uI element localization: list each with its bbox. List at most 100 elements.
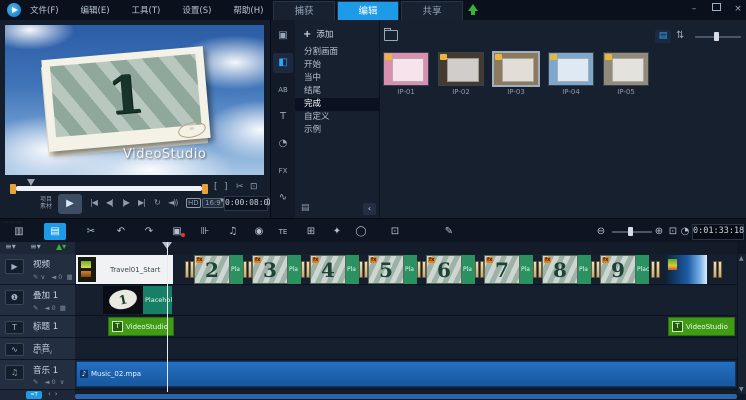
motion-tracking-icon[interactable]: ⊡: [384, 223, 406, 240]
play-button[interactable]: ▶: [58, 194, 82, 214]
music-track-subicons[interactable]: ✎ ◄0 ∨: [33, 378, 66, 386]
video-clip-segment-2[interactable]: fx 2 Pla: [185, 255, 243, 284]
mark-in-button[interactable]: [: [214, 182, 218, 192]
close-button[interactable]: ×: [728, 0, 746, 18]
ending-clip[interactable]: [665, 255, 707, 284]
template-thumbnail-ip04[interactable]: [548, 52, 594, 86]
track-header-voice[interactable]: ∿ 声音 ◄0 ∨: [0, 338, 75, 360]
title-track-subicons[interactable]: ✎: [33, 326, 40, 334]
category-general[interactable]: 示例: [295, 124, 379, 137]
track-list-icon[interactable]: ≡▾: [5, 242, 16, 251]
track-list-icon-2[interactable]: ≡▾: [30, 242, 41, 251]
mode-clip-label[interactable]: 素材: [30, 203, 52, 210]
track-header-title[interactable]: T 标题 1 ✎: [0, 316, 75, 338]
scrubber-track[interactable]: [16, 186, 202, 191]
numbered-clip-9[interactable]: fx 9: [600, 255, 636, 284]
hd-toggle[interactable]: HD: [186, 198, 201, 208]
ratio-dropdown-caret-icon[interactable]: ▼: [220, 198, 223, 204]
placeholder-clip[interactable]: Pla: [288, 255, 301, 284]
mark-out-button[interactable]: ]: [224, 182, 228, 192]
numbered-clip-5[interactable]: fx 5: [368, 255, 404, 284]
track-transparency-icon[interactable]: ◯: [350, 223, 372, 240]
category-beginning[interactable]: 开始: [295, 59, 379, 72]
volume-icon[interactable]: ◄)): [168, 198, 177, 207]
transition-indicator[interactable]: [533, 255, 542, 284]
record-capture-icon[interactable]: ▣: [166, 223, 188, 240]
transition-indicator[interactable]: [243, 255, 252, 284]
numbered-clip-8[interactable]: fx 8: [542, 255, 578, 284]
add-folder-icon[interactable]: [384, 30, 398, 41]
placeholder-clip[interactable]: Pla: [578, 255, 591, 284]
project-duration-timecode[interactable]: 0:01:33:18: [692, 224, 744, 240]
timeline-view-icon[interactable]: ▤: [44, 223, 66, 240]
tab-edit[interactable]: 编辑: [337, 1, 399, 21]
transition-indicator[interactable]: [185, 255, 194, 284]
track-header-overlay[interactable]: ❶ 叠加 1 ✎ ◄0 ▦: [0, 285, 75, 316]
mode-project-label[interactable]: 项目: [30, 196, 52, 203]
category-middle[interactable]: 当中: [295, 72, 379, 85]
numbered-clip-3[interactable]: fx 3: [252, 255, 288, 284]
scroll-down-icon[interactable]: ▼: [739, 386, 744, 393]
restore-button[interactable]: [706, 0, 726, 18]
prev-frame-button[interactable]: ◀|: [106, 198, 113, 207]
timeline-vertical-scrollbar[interactable]: ▲ ▼: [738, 254, 746, 394]
numbered-clip-7[interactable]: fx 7: [484, 255, 520, 284]
tab-capture[interactable]: 捕获: [273, 1, 335, 21]
upload-arrow-icon[interactable]: [467, 4, 479, 16]
menu-file[interactable]: 文件(F): [30, 4, 59, 16]
voice-track-subicons[interactable]: ◄0 ∨: [33, 348, 55, 356]
template-thumbnail-ip02[interactable]: [438, 52, 484, 86]
grid-view-toggle-icon[interactable]: ▤: [655, 30, 671, 43]
sound-mixer-icon[interactable]: ⊪: [194, 223, 216, 240]
numbered-clip-4[interactable]: fx 4: [310, 255, 346, 284]
painting-creator-icon[interactable]: ◉: [248, 223, 270, 240]
category-split-screen[interactable]: 分割画面: [295, 46, 379, 59]
graphic-library-icon[interactable]: ◔: [273, 134, 293, 154]
menu-edit[interactable]: 编辑(E): [81, 4, 110, 16]
thumbnail-size-slider-thumb[interactable]: [714, 32, 719, 41]
media-library-icon[interactable]: ▣: [273, 26, 293, 46]
voice-lane[interactable]: [75, 338, 737, 360]
transition-indicator[interactable]: [475, 255, 484, 284]
mask-creator-icon[interactable]: ✎: [438, 223, 460, 240]
title-library-icon[interactable]: T: [273, 107, 293, 127]
menu-help[interactable]: 帮助(H): [233, 4, 263, 16]
numbered-clip-6[interactable]: fx 6: [426, 255, 462, 284]
scrubber-playhead[interactable]: [27, 179, 35, 186]
video-clip-segment-3[interactable]: fx 3 Pla: [243, 255, 301, 284]
template-thumbnail-ip05[interactable]: [603, 52, 649, 86]
go-start-button[interactable]: |◀: [90, 198, 97, 207]
split-clip-icon[interactable]: ✂: [236, 182, 244, 192]
effects-icon[interactable]: ✦: [326, 223, 348, 240]
enlarge-preview-icon[interactable]: ⊡: [250, 182, 258, 192]
overlay-lane[interactable]: [75, 285, 737, 316]
placeholder-clip[interactable]: Pla: [462, 255, 475, 284]
menu-settings[interactable]: 设置(S): [182, 4, 211, 16]
transition-indicator[interactable]: [591, 255, 600, 284]
numbered-clip-2[interactable]: fx 2: [194, 255, 230, 284]
trim-handle-right[interactable]: [202, 184, 208, 194]
video-clip-segment-5[interactable]: fx 5 Pla: [359, 255, 417, 284]
template-thumbnail-ip03[interactable]: [493, 52, 539, 86]
track-height-toggle[interactable]: =T: [26, 391, 42, 399]
transition-indicator[interactable]: [713, 255, 722, 284]
placeholder-clip[interactable]: Pla: [404, 255, 417, 284]
sort-icon[interactable]: ⇅: [676, 30, 684, 41]
storyboard-view-icon[interactable]: ▥: [8, 223, 30, 240]
add-track-icon[interactable]: ▲▾: [56, 242, 66, 251]
go-end-button[interactable]: ▶|: [138, 198, 145, 207]
category-complete[interactable]: 完成: [295, 98, 379, 111]
library-list-icon[interactable]: ▤: [301, 203, 310, 213]
filter-library-icon[interactable]: FX: [273, 161, 293, 181]
add-category-button[interactable]: +添加: [303, 28, 333, 40]
video-clip-segment-6[interactable]: fx 6 Pla: [417, 255, 475, 284]
overlay-clip[interactable]: 1 Placehol: [103, 286, 172, 314]
scrollbar-thumb[interactable]: [75, 394, 737, 399]
tab-share[interactable]: 共享: [401, 1, 463, 21]
video-clip-segment-7[interactable]: fx 7 Pla: [475, 255, 533, 284]
category-custom[interactable]: 自定义: [295, 111, 379, 124]
timeline-zoom-slider-thumb[interactable]: [628, 227, 633, 236]
loop-button[interactable]: ↻: [154, 198, 160, 207]
music-clip[interactable]: ♪ Music_02.mpa: [76, 361, 736, 387]
menu-tools[interactable]: 工具(T): [132, 4, 161, 16]
